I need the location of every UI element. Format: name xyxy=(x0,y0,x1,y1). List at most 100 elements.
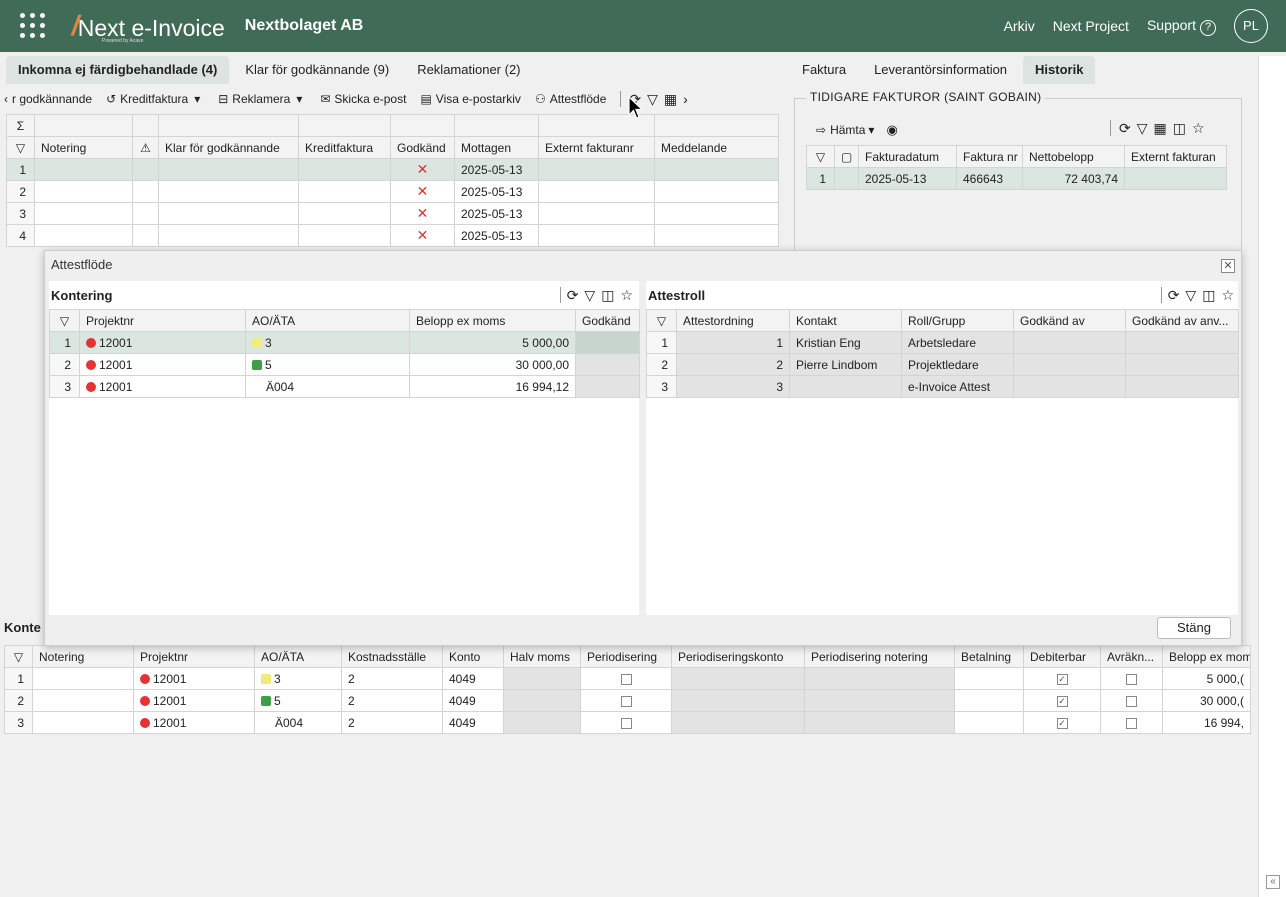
vertical-scrollbar[interactable]: « xyxy=(1258,56,1286,897)
col-fakturadatum[interactable]: Fakturadatum xyxy=(858,145,957,168)
sum-icon[interactable]: Σ xyxy=(6,114,35,137)
col-externt[interactable]: Externt fakturanr xyxy=(538,136,655,159)
debiterbar-checkbox[interactable]: ✓ xyxy=(1056,695,1068,707)
filter-icon[interactable]: ▽ xyxy=(49,309,80,332)
table-row[interactable]: 4 ✕ 2025-05-13 xyxy=(6,224,779,247)
table-row[interactable]: 1 12001 3 5 000,00 xyxy=(49,331,640,354)
toolbar-reklamera[interactable]: ⊟ Reklamera ▾ xyxy=(218,92,306,106)
close-icon[interactable]: ✕ xyxy=(1221,259,1235,273)
table-row[interactable]: 3 12001 Ä004 16 994,12 xyxy=(49,375,640,398)
close-button[interactable]: Stäng xyxy=(1157,617,1231,639)
nav-next-project[interactable]: Next Project xyxy=(1053,18,1129,34)
col-ao-ata[interactable]: AO/ÄTA xyxy=(254,645,342,668)
col-klar[interactable]: Klar för godkännande xyxy=(158,136,299,159)
col-meddelande[interactable]: Meddelande xyxy=(654,136,779,159)
col-godkand[interactable]: Godkänd xyxy=(575,309,640,332)
toolbar-kreditfaktura[interactable]: ↺ Kreditfaktura ▾ xyxy=(106,92,204,106)
table-row[interactable]: 2 2 Pierre Lindbom Projektledare xyxy=(646,353,1239,376)
table-row[interactable]: 3 ✕ 2025-05-13 xyxy=(6,202,779,225)
filter-icon[interactable]: ▽ xyxy=(1137,120,1148,137)
nav-arkiv[interactable]: Arkiv xyxy=(1004,18,1035,34)
col-attestordning[interactable]: Attestordning xyxy=(676,309,790,332)
col-avrakn[interactable]: Avräkn... xyxy=(1100,645,1163,668)
excel-export-icon[interactable]: ▦ xyxy=(1154,120,1167,137)
avatar[interactable]: PL xyxy=(1234,9,1268,43)
filter-icon[interactable]: ▽ xyxy=(584,287,595,304)
tab-inkomna[interactable]: Inkomna ej färdigbehandlade (4) xyxy=(6,56,230,84)
col-mottagen[interactable]: Mottagen xyxy=(454,136,539,159)
tab-faktura[interactable]: Faktura xyxy=(790,56,858,84)
debiterbar-checkbox[interactable]: ✓ xyxy=(1056,717,1068,729)
col-kontakt[interactable]: Kontakt xyxy=(789,309,902,332)
col-godkand-av-anv[interactable]: Godkänd av anv... xyxy=(1125,309,1239,332)
filter-icon[interactable]: ▽ xyxy=(1185,287,1196,304)
filter-icon[interactable]: ▽ xyxy=(806,145,835,168)
nav-support[interactable]: Support? xyxy=(1147,17,1216,36)
col-halv-moms[interactable]: Halv moms xyxy=(503,645,581,668)
col-kostnadsstalle[interactable]: Kostnadsställe xyxy=(341,645,443,668)
collapse-panel-icon[interactable]: « xyxy=(1266,875,1280,889)
table-row[interactable]: 2 ✕ 2025-05-13 xyxy=(6,180,779,203)
star-icon[interactable]: ☆ xyxy=(1192,120,1205,137)
filter-icon[interactable]: ▽ xyxy=(6,136,35,159)
excel-export-icon[interactable]: ▦ xyxy=(664,91,677,108)
col-ao-ata[interactable]: AO/ÄTA xyxy=(245,309,410,332)
col-belopp[interactable]: Belopp ex mom xyxy=(1162,645,1251,668)
col-roll-grupp[interactable]: Roll/Grupp xyxy=(901,309,1014,332)
fetch-button[interactable]: ⇨ Hämta ▾ ◉ xyxy=(816,122,898,138)
toolbar-skicka-epost[interactable]: ✉ Skicka e-post xyxy=(320,92,406,106)
col-notering[interactable]: Notering xyxy=(32,645,134,668)
apps-grid-icon[interactable] xyxy=(20,13,46,39)
col-periodisering-notering[interactable]: Periodisering notering xyxy=(804,645,955,668)
tab-reklamationer[interactable]: Reklamationer (2) xyxy=(405,56,532,84)
debiterbar-checkbox[interactable]: ✓ xyxy=(1056,673,1068,685)
toolbar-attestflode[interactable]: ⚇ Attestflöde xyxy=(535,92,606,106)
col-periodisering[interactable]: Periodisering xyxy=(580,645,672,668)
filter-icon[interactable]: ▽ xyxy=(646,309,677,332)
toolbar-visa-epostarkiv[interactable]: ▤ Visa e-postarkiv xyxy=(420,92,521,106)
col-projektnr[interactable]: Projektnr xyxy=(79,309,246,332)
app-logo[interactable]: / Next e-Invoice Powered by Acave xyxy=(69,10,224,44)
table-row[interactable]: 3 3 e-Invoice Attest xyxy=(646,375,1239,398)
filter-icon[interactable]: ▽ xyxy=(647,91,658,108)
col-fakturanr[interactable]: Faktura nr xyxy=(956,145,1023,168)
table-row[interactable]: 2 12001 5 30 000,00 xyxy=(49,353,640,376)
col-konto[interactable]: Konto xyxy=(442,645,504,668)
refresh-icon[interactable]: ⟳ xyxy=(1168,287,1180,304)
col-godkand[interactable]: Godkänd xyxy=(390,136,455,159)
filter-icon[interactable]: ▽ xyxy=(4,645,33,668)
col-externt[interactable]: Externt fakturan xyxy=(1124,145,1227,168)
columns-icon[interactable]: ◫ xyxy=(601,287,614,304)
col-debiterbar[interactable]: Debiterbar xyxy=(1023,645,1101,668)
table-row[interactable]: 1 12001 3 2 4049 ✓ 5 000,( xyxy=(4,667,1251,690)
chevron-right-icon[interactable]: › xyxy=(683,91,688,107)
columns-icon[interactable]: ◫ xyxy=(1173,120,1186,137)
col-notering[interactable]: Notering xyxy=(34,136,133,159)
col-kreditfaktura[interactable]: Kreditfaktura xyxy=(298,136,391,159)
col-projektnr[interactable]: Projektnr xyxy=(133,645,255,668)
refresh-icon[interactable]: ⟳ xyxy=(567,287,579,304)
columns-icon[interactable]: ◫ xyxy=(1202,287,1215,304)
tab-leverantorsinformation[interactable]: Leverantörsinformation xyxy=(862,56,1019,84)
table-row[interactable]: 2 12001 5 2 4049 ✓ 30 000,( xyxy=(4,689,1251,712)
avrakn-checkbox[interactable] xyxy=(1126,695,1137,707)
periodisering-checkbox[interactable] xyxy=(620,717,632,729)
toolbar-approve[interactable]: ‹ r godkännande xyxy=(4,92,92,106)
note-icon[interactable]: ▢ xyxy=(834,145,859,168)
warning-icon[interactable]: ⚠ xyxy=(132,136,159,159)
tab-historik[interactable]: Historik xyxy=(1023,56,1096,84)
col-belopp[interactable]: Belopp ex moms xyxy=(409,309,576,332)
table-row[interactable]: 3 12001 Ä004 2 4049 ✓ 16 994, xyxy=(4,711,1251,734)
col-periodiseringskonto[interactable]: Periodiseringskonto xyxy=(671,645,805,668)
tab-klar[interactable]: Klar för godkännande (9) xyxy=(233,56,401,84)
refresh-icon[interactable]: ⟳ xyxy=(1119,120,1131,137)
table-row[interactable]: 1 1 Kristian Eng Arbetsledare xyxy=(646,331,1239,354)
table-row[interactable]: 1 2025-05-13 466643 72 403,74 xyxy=(806,167,1227,190)
star-icon[interactable]: ☆ xyxy=(1221,287,1234,304)
col-godkand-av[interactable]: Godkänd av xyxy=(1013,309,1126,332)
avrakn-checkbox[interactable] xyxy=(1126,673,1137,685)
periodisering-checkbox[interactable] xyxy=(620,673,632,685)
col-betalning[interactable]: Betalning xyxy=(954,645,1024,668)
avrakn-checkbox[interactable] xyxy=(1126,717,1137,729)
periodisering-checkbox[interactable] xyxy=(620,695,632,707)
